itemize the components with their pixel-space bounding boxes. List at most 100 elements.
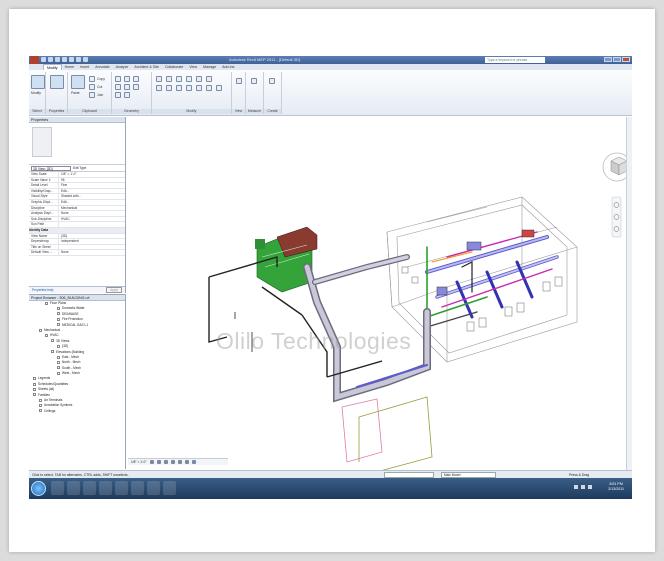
property-value[interactable]: Edit... bbox=[59, 189, 125, 194]
start-button[interactable] bbox=[31, 481, 46, 496]
expand-toggle-icon[interactable] bbox=[33, 382, 36, 386]
edit-type-button[interactable]: Edit Type bbox=[73, 166, 86, 170]
taskbar-folder-icon[interactable] bbox=[115, 481, 128, 495]
expand-toggle-icon[interactable] bbox=[57, 344, 60, 348]
apply-button[interactable]: Apply bbox=[106, 287, 122, 293]
reveal-hidden-icon[interactable] bbox=[191, 460, 196, 464]
sun-path-icon[interactable] bbox=[163, 460, 168, 464]
property-value[interactable]: Mechanical bbox=[59, 206, 125, 211]
close-button[interactable] bbox=[622, 57, 630, 62]
type-selector[interactable]: 3D View: {3D} bbox=[31, 165, 71, 171]
property-value[interactable] bbox=[59, 245, 125, 250]
viewcube-icon[interactable] bbox=[602, 152, 627, 182]
array-icon[interactable] bbox=[186, 85, 192, 91]
cut-geometry-icon[interactable] bbox=[124, 76, 130, 82]
join-icon[interactable] bbox=[115, 92, 121, 98]
property-value[interactable]: 1/8" = 1'-0" bbox=[59, 172, 125, 177]
view-scale[interactable]: 1/8" = 1'-0" bbox=[131, 460, 147, 464]
property-value[interactable]: {3D} bbox=[59, 234, 125, 239]
expand-toggle-icon[interactable] bbox=[45, 334, 48, 337]
property-value[interactable]: HVAC bbox=[59, 217, 125, 222]
property-value[interactable]: 96 bbox=[59, 178, 125, 183]
taskbar-ie-icon[interactable] bbox=[51, 481, 64, 495]
property-value[interactable]: None bbox=[59, 250, 125, 255]
demolish-icon[interactable] bbox=[133, 84, 139, 90]
mirror-draw-icon[interactable] bbox=[186, 76, 192, 82]
measure-tool-icon[interactable] bbox=[251, 78, 257, 84]
expand-toggle-icon[interactable] bbox=[57, 355, 60, 359]
rotate-icon[interactable] bbox=[156, 85, 162, 91]
properties-icon[interactable] bbox=[50, 75, 64, 89]
trim-icon[interactable] bbox=[166, 85, 172, 91]
3d-view-icon[interactable] bbox=[83, 57, 88, 62]
open-icon[interactable] bbox=[41, 57, 46, 62]
align-icon[interactable] bbox=[156, 76, 162, 82]
cut-icon[interactable] bbox=[89, 84, 95, 90]
split-face-icon[interactable] bbox=[115, 84, 121, 90]
shadows-icon[interactable] bbox=[170, 460, 175, 464]
expand-toggle-icon[interactable] bbox=[39, 404, 42, 408]
expand-toggle-icon[interactable] bbox=[51, 350, 54, 354]
move-icon[interactable] bbox=[196, 76, 202, 82]
taskbar-media-icon[interactable] bbox=[83, 481, 96, 495]
taskbar-word-icon[interactable] bbox=[131, 481, 144, 495]
taskbar-acrobat-icon[interactable] bbox=[147, 481, 160, 495]
property-value[interactable]: Shaded with... bbox=[59, 194, 125, 199]
expand-toggle-icon[interactable] bbox=[39, 409, 42, 413]
expand-toggle-icon[interactable] bbox=[57, 307, 60, 311]
taskbar-explorer-icon[interactable] bbox=[67, 481, 80, 495]
properties-help-link[interactable]: Properties help bbox=[32, 288, 53, 292]
scale-icon[interactable] bbox=[196, 85, 202, 91]
offset-icon[interactable] bbox=[166, 76, 172, 82]
taskbar-clock[interactable]: 8:51 PM 2/13/2011 bbox=[608, 482, 624, 492]
split-icon[interactable] bbox=[176, 85, 182, 91]
unjoin-icon[interactable] bbox=[124, 92, 130, 98]
wall-joins-icon[interactable] bbox=[133, 76, 139, 82]
help-search-input[interactable]: Type a keyword or phrase bbox=[485, 57, 545, 63]
property-value[interactable]: Edit... bbox=[59, 200, 125, 205]
network-icon[interactable] bbox=[574, 485, 578, 489]
browser-tree-item[interactable]: Ceilings bbox=[29, 409, 125, 414]
taskbar-revit-icon[interactable] bbox=[99, 481, 112, 495]
expand-toggle-icon[interactable] bbox=[57, 317, 60, 321]
visual-style-icon[interactable] bbox=[156, 460, 161, 464]
detail-level-icon[interactable] bbox=[149, 460, 154, 464]
taskbar-app-icon[interactable] bbox=[163, 481, 176, 495]
volume-icon[interactable] bbox=[581, 485, 585, 489]
measure-icon[interactable] bbox=[69, 57, 74, 62]
delete-icon[interactable] bbox=[216, 85, 222, 91]
text-icon[interactable] bbox=[76, 57, 81, 62]
save-icon[interactable] bbox=[48, 57, 53, 62]
create-group-icon[interactable] bbox=[269, 78, 275, 84]
property-value[interactable]: Fine bbox=[59, 183, 125, 188]
paste-icon[interactable] bbox=[71, 75, 85, 89]
modify-cursor-icon[interactable] bbox=[31, 75, 45, 89]
property-value[interactable] bbox=[59, 222, 125, 227]
property-row[interactable]: Default View ... None bbox=[29, 250, 125, 256]
pin-icon[interactable] bbox=[206, 85, 212, 91]
copy-element-icon[interactable] bbox=[206, 76, 212, 82]
mirror-axis-icon[interactable] bbox=[176, 76, 182, 82]
expand-toggle-icon[interactable] bbox=[45, 301, 48, 305]
redo-icon[interactable] bbox=[62, 57, 67, 62]
expand-toggle-icon[interactable] bbox=[57, 371, 60, 375]
flag-icon[interactable] bbox=[588, 485, 592, 489]
expand-toggle-icon[interactable] bbox=[39, 398, 42, 402]
maximize-button[interactable] bbox=[613, 57, 621, 62]
minimize-button[interactable] bbox=[604, 57, 612, 62]
expand-toggle-icon[interactable] bbox=[39, 328, 42, 332]
property-value[interactable]: Independent bbox=[59, 239, 125, 244]
viewport-scrollbar[interactable] bbox=[626, 117, 632, 470]
property-value[interactable]: None bbox=[59, 211, 125, 216]
cope-icon[interactable] bbox=[115, 76, 121, 82]
expand-toggle-icon[interactable] bbox=[33, 377, 36, 381]
expand-toggle-icon[interactable] bbox=[51, 339, 54, 343]
expand-toggle-icon[interactable] bbox=[33, 393, 36, 397]
expand-toggle-icon[interactable] bbox=[57, 366, 60, 370]
paint-icon[interactable] bbox=[124, 84, 130, 90]
navigation-bar[interactable] bbox=[611, 196, 622, 238]
expand-toggle-icon[interactable] bbox=[33, 387, 36, 391]
expand-toggle-icon[interactable] bbox=[57, 312, 60, 316]
crop-view-icon[interactable] bbox=[177, 460, 182, 464]
hide-isolate-icon[interactable] bbox=[184, 460, 189, 464]
